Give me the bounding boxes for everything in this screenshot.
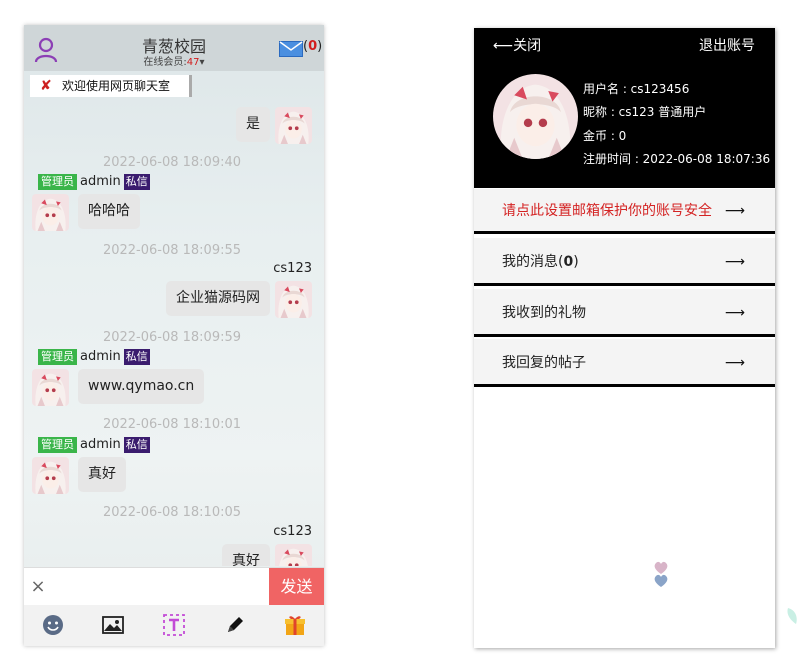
message-bubble: 真好 [222,544,270,566]
input-bar: × 发送 [24,567,324,606]
avatar[interactable] [32,194,69,231]
online-label: 在线会员: [143,57,187,68]
message-timestamp: 2022-06-08 18:09:59 [102,330,242,345]
message-sender[interactable]: cs123 [273,261,312,276]
private-message-button[interactable]: 私信 [123,437,150,453]
logout-button[interactable]: 退出账号 [699,35,755,55]
menu-item-label: 我收到的礼物 [502,305,586,321]
heart-icon [654,561,668,587]
message-timestamp: 2022-06-08 18:10:01 [102,417,242,432]
message-input[interactable] [52,569,268,605]
nickname-info: 昵称 : cs123 普通用户 [583,105,707,119]
chat-toolbar [24,605,324,646]
chat-panel: 青葱校园 在线会员:47▾ (0) 是 2022-06-08 18:09:40 … [24,25,324,646]
chat-header: 青葱校园 在线会员:47▾ (0) [24,25,324,71]
private-message-button[interactable]: 私信 [123,349,150,365]
message-count: 0 [563,254,574,270]
menu-item-label-suffix: ) [573,254,579,270]
send-button[interactable]: 发送 [269,568,324,606]
message-bubble: 哈哈哈 [78,194,140,229]
menu-item-label: 我回复的帖子 [502,355,586,371]
pen-icon[interactable] [223,613,247,637]
gift-icon[interactable] [283,613,307,637]
avatar[interactable] [32,457,69,494]
sender-name[interactable]: admin [80,174,121,189]
menu-item-label: 我的消息( [502,254,564,270]
avatar[interactable] [275,281,312,318]
profile-header: ⟵关闭 退出账号 用户名 : cs123456 昵称 : cs123 普通用户 … [474,28,775,188]
email-security-link[interactable]: 请点此设置邮箱保护你的账号安全 ⟶ [474,189,775,234]
close-button[interactable]: ⟵关闭 [493,35,541,55]
email-prompt-text: 请点此设置邮箱保护你的账号安全 [502,203,712,219]
username-info: 用户名 : cs123456 [583,82,690,96]
mail-count[interactable]: (0) [303,39,322,54]
avatar[interactable] [275,107,312,144]
message-timestamp: 2022-06-08 18:09:40 [102,155,242,170]
private-message-button[interactable]: 私信 [123,174,150,190]
message-sender-line: 管理员 admin 私信 [38,437,150,453]
menu-item-received-gifts[interactable]: 我收到的礼物 ⟶ [474,289,775,337]
welcome-notice: ✘ 欢迎使用网页聊天室 [30,75,192,97]
arrow-right-icon: ⟶ [724,203,745,219]
image-icon[interactable] [101,613,125,637]
coins-info: 金币 : 0 [583,129,627,143]
message-bubble: 企业猫源码网 [166,281,270,316]
mail-count-close: ) [317,39,323,54]
message-bubble: 真好 [78,457,126,492]
arrow-right-icon: ⟶ [724,355,745,371]
avatar[interactable] [275,544,312,566]
admin-badge: 管理员 [38,174,77,190]
message-timestamp: 2022-06-08 18:09:55 [102,243,242,258]
menu-item-replied-posts[interactable]: 我回复的帖子 ⟶ [474,339,775,387]
mail-icon[interactable] [279,41,303,57]
online-count: 47 [186,57,200,68]
arrow-right-icon: ⟶ [724,305,745,321]
profile-avatar[interactable] [493,74,578,159]
avatar[interactable] [32,369,69,406]
register-time-info: 注册时间 : 2022-06-08 18:07:36 [583,152,771,166]
message-sender[interactable]: cs123 [273,524,312,539]
message-bubble: www.qymao.cn [78,369,205,404]
message-sender-line: 管理员 admin 私信 [38,349,150,365]
smile-icon[interactable] [41,613,65,637]
message-sender-line: 管理员 admin 私信 [38,174,150,190]
message-list[interactable]: 是 2022-06-08 18:09:40 管理员 admin 私信 哈哈哈 202… [24,71,324,566]
admin-badge: 管理员 [38,349,77,365]
sender-name[interactable]: admin [80,349,121,364]
message-timestamp: 2022-06-08 18:10:05 [102,505,242,520]
leaf-icon [787,608,797,624]
arrow-right-icon: ⟶ [724,254,745,270]
clear-input-button[interactable]: × [24,568,52,606]
message-bubble: 是 [236,107,270,142]
text-icon[interactable] [162,613,186,637]
admin-badge: 管理员 [38,437,77,453]
online-dropdown-arrow: ▾ [199,57,205,68]
mail-count-number: 0 [308,39,318,54]
sender-name[interactable]: admin [80,437,121,452]
menu-item-my-messages[interactable]: 我的消息(0) ⟶ [474,238,775,286]
profile-panel: ⟵关闭 退出账号 用户名 : cs123456 昵称 : cs123 普通用户 … [474,28,775,648]
welcome-text: 欢迎使用网页聊天室 [62,79,171,93]
close-welcome-icon[interactable]: ✘ [40,75,52,97]
